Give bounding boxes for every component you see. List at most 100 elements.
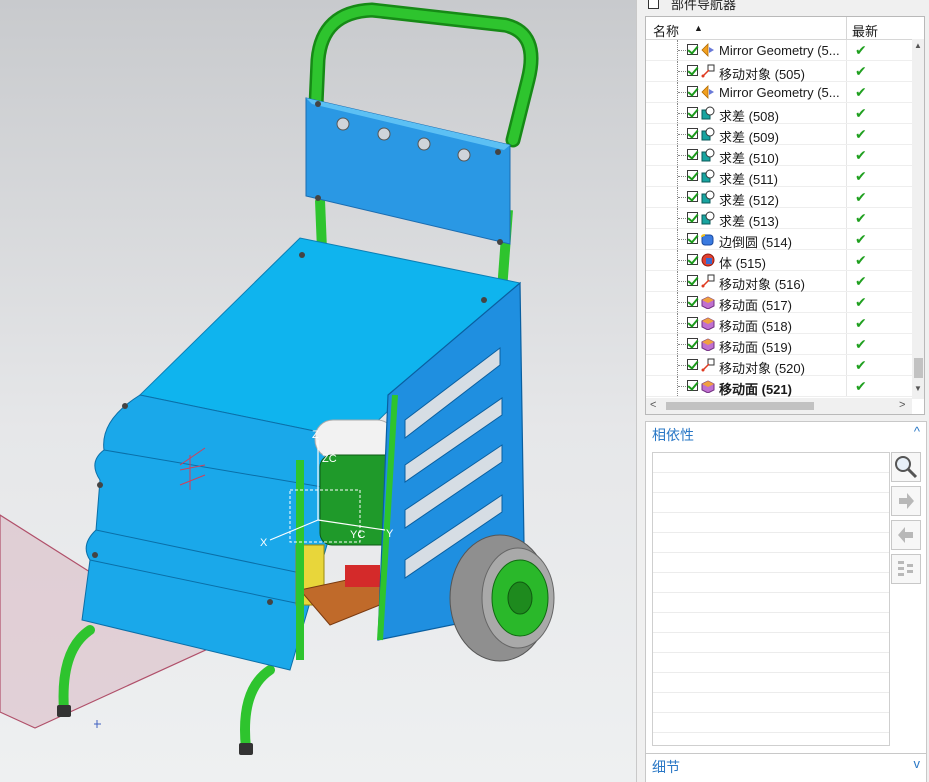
sort-arrow-icon[interactable]: ▲ [694,23,703,33]
feature-row[interactable]: 移动面 (521) ✔ [646,376,912,397]
visibility-checkbox[interactable] [687,170,698,181]
csys-z-label: Z [312,429,319,441]
up-to-date-check-icon: ✔ [855,378,867,394]
arrow-left-icon [898,527,913,543]
next-button[interactable] [891,486,921,516]
feature-row[interactable]: 求差 (509) ✔ [646,124,912,145]
feature-label[interactable]: 求差 (512) [719,190,844,209]
feature-label[interactable]: 求差 (509) [719,127,844,146]
feature-row[interactable]: 移动面 (517) ✔ [646,292,912,313]
feature-label[interactable]: 边倒圆 (514) [719,232,844,251]
filter-button[interactable] [891,554,921,584]
body-icon [701,253,715,267]
feature-label[interactable]: 移动对象 (520) [719,358,844,377]
horizontal-scrollbar[interactable]: < > [646,398,912,414]
feature-row[interactable]: 求差 (510) ✔ [646,145,912,166]
feature-row[interactable]: 移动对象 (520) ✔ [646,355,912,376]
feature-row[interactable]: 移动对象 (505) ✔ [646,61,912,82]
csys-yc-label: YC [350,529,365,541]
visibility-checkbox[interactable] [687,128,698,139]
feature-row[interactable]: Mirror Geometry (5... ✔ [646,82,912,103]
visibility-checkbox[interactable] [687,338,698,349]
feature-label[interactable]: 移动面 (518) [719,316,844,335]
feature-row[interactable]: Mirror Geometry (5... ✔ [646,40,912,61]
previous-button[interactable] [891,520,921,550]
dependencies-title[interactable]: 相依性 [652,425,694,445]
up-to-date-check-icon: ✔ [855,84,867,100]
scroll-down-icon[interactable]: ▼ [914,384,922,393]
up-to-date-check-icon: ✔ [855,294,867,310]
feature-label[interactable]: 求差 (511) [719,169,844,188]
feature-label[interactable]: 移动面 (519) [719,337,844,356]
feature-row[interactable]: 求差 (508) ✔ [646,103,912,124]
subtract-icon [701,127,715,141]
visibility-checkbox[interactable] [687,317,698,328]
column-header: 名称 ▲ 最新 [646,17,912,40]
magnify-button[interactable] [891,452,921,482]
visibility-checkbox[interactable] [687,380,698,391]
column-name[interactable]: 名称 [653,21,679,40]
up-to-date-check-icon: ✔ [855,357,867,373]
collapse-chevron-icon[interactable]: ^ [914,424,920,439]
feature-row[interactable]: 体 (515) ✔ [646,250,912,271]
hscroll-thumb[interactable] [666,402,814,410]
front-leg [240,665,275,753]
feature-row[interactable]: 求差 (513) ✔ [646,208,912,229]
up-to-date-check-icon: ✔ [855,105,867,121]
subtract-icon [701,211,715,225]
visibility-checkbox[interactable] [687,254,698,265]
up-to-date-check-icon: ✔ [855,42,867,58]
feature-label[interactable]: 移动面 (521) [719,379,844,398]
navigator-checkbox[interactable] [648,0,659,9]
visibility-checkbox[interactable] [687,359,698,370]
feature-row[interactable]: 边倒圆 (514) ✔ [646,229,912,250]
details-title[interactable]: 细节 [652,757,680,777]
backrest-plate[interactable] [305,97,511,245]
feature-label[interactable]: 求差 (508) [719,106,844,125]
magnifier-icon [895,456,918,479]
visibility-checkbox[interactable] [687,296,698,307]
feature-label[interactable]: 求差 (510) [719,148,844,167]
visibility-checkbox[interactable] [687,191,698,202]
model-canvas[interactable]: Z ZC X Y YC [0,0,636,782]
scroll-up-icon[interactable]: ▲ [914,41,922,50]
scroll-left-icon[interactable]: < [650,399,656,411]
visibility-checkbox[interactable] [687,233,698,244]
feature-row[interactable]: 求差 (511) ✔ [646,166,912,187]
visibility-checkbox[interactable] [687,149,698,160]
dependencies-list[interactable] [652,452,890,746]
feature-row[interactable]: 求差 (512) ✔ [646,187,912,208]
visibility-checkbox[interactable] [687,86,698,97]
feature-row[interactable]: 移动面 (519) ✔ [646,334,912,355]
feature-label[interactable]: 移动对象 (516) [719,274,844,293]
visibility-checkbox[interactable] [687,44,698,55]
feature-label[interactable]: 移动面 (517) [719,295,844,314]
feature-label[interactable]: 移动对象 (505) [719,64,844,83]
feature-label[interactable]: Mirror Geometry (5... [719,85,844,100]
feature-label[interactable]: 体 (515) [719,253,844,272]
feature-label[interactable]: 求差 (513) [719,211,844,230]
feature-label[interactable]: Mirror Geometry (5... [719,43,844,58]
feature-tree[interactable]: 名称 ▲ 最新 Mirror Geometry (5... ✔ 移动对象 (505)… [645,16,925,415]
vertical-scrollbar[interactable]: ▲ ▼ [912,39,924,399]
visibility-checkbox[interactable] [687,275,698,286]
up-to-date-check-icon: ✔ [855,210,867,226]
feature-row[interactable]: 移动对象 (516) ✔ [646,271,912,292]
up-to-date-check-icon: ✔ [855,189,867,205]
move-object-icon [701,64,715,78]
arrow-right-icon [899,493,914,509]
expand-chevron-icon[interactable]: v [914,756,921,771]
list-filter-icon [898,561,913,576]
graphics-viewport[interactable]: Z ZC X Y YC [0,0,636,782]
move-face-icon [701,295,715,310]
subtract-icon [701,190,715,204]
up-to-date-check-icon: ✔ [855,126,867,142]
scroll-right-icon[interactable]: > [899,399,905,411]
visibility-checkbox[interactable] [687,212,698,223]
scroll-thumb[interactable] [914,358,923,378]
feature-row[interactable]: 移动面 (518) ✔ [646,313,912,334]
visibility-checkbox[interactable] [687,107,698,118]
column-latest[interactable]: 最新 [852,21,878,40]
move-face-icon [701,337,715,352]
visibility-checkbox[interactable] [687,65,698,76]
